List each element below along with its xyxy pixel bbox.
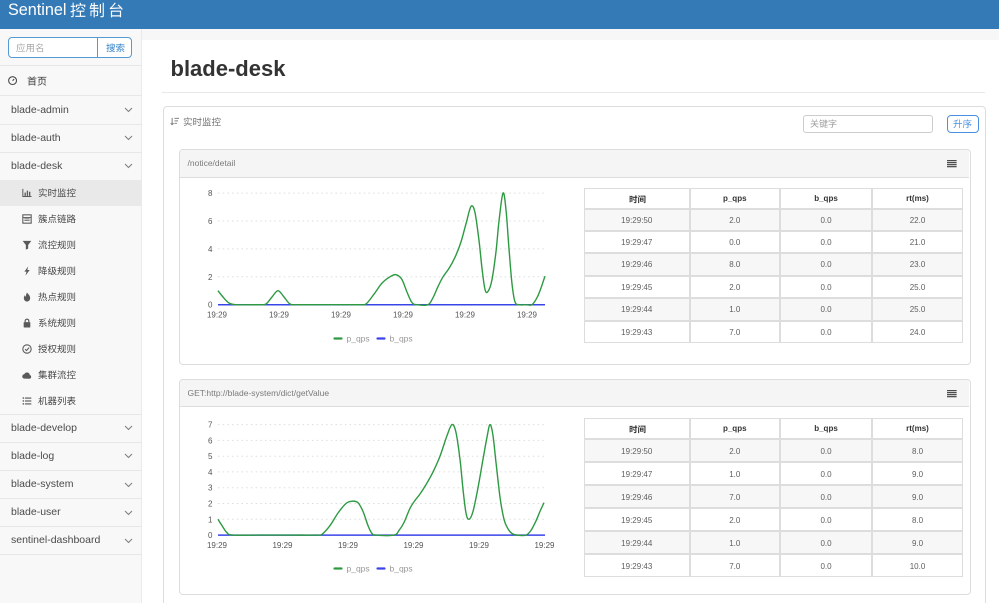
svg-text:b_qps: b_qps xyxy=(390,563,413,573)
svg-text:6: 6 xyxy=(208,217,213,226)
svg-text:19:29: 19:29 xyxy=(403,540,424,549)
svg-text:2: 2 xyxy=(208,499,213,508)
svg-text:19:29: 19:29 xyxy=(272,540,293,549)
svg-text:p_qps: p_qps xyxy=(347,563,370,573)
svg-text:19:29: 19:29 xyxy=(534,540,555,549)
svg-text:2: 2 xyxy=(208,273,213,282)
svg-text:0: 0 xyxy=(208,531,213,540)
svg-text:5: 5 xyxy=(208,452,213,461)
svg-text:b_qps: b_qps xyxy=(390,334,413,344)
svg-text:19:29: 19:29 xyxy=(331,310,352,319)
svg-text:0: 0 xyxy=(208,301,213,310)
svg-text:6: 6 xyxy=(208,436,213,445)
svg-text:8: 8 xyxy=(208,189,213,198)
svg-text:19:29: 19:29 xyxy=(469,540,490,549)
svg-text:19:29: 19:29 xyxy=(455,310,476,319)
svg-text:p_qps: p_qps xyxy=(347,334,370,344)
svg-text:19:29: 19:29 xyxy=(338,540,359,549)
svg-text:4: 4 xyxy=(208,467,213,476)
svg-text:19:29: 19:29 xyxy=(269,310,290,319)
svg-text:7: 7 xyxy=(208,420,213,429)
svg-text:19:29: 19:29 xyxy=(207,540,228,549)
svg-text:3: 3 xyxy=(208,483,213,492)
svg-text:19:29: 19:29 xyxy=(517,310,538,319)
svg-text:4: 4 xyxy=(208,245,213,254)
svg-text:19:29: 19:29 xyxy=(207,310,228,319)
svg-text:19:29: 19:29 xyxy=(393,310,414,319)
svg-text:1: 1 xyxy=(208,515,213,524)
